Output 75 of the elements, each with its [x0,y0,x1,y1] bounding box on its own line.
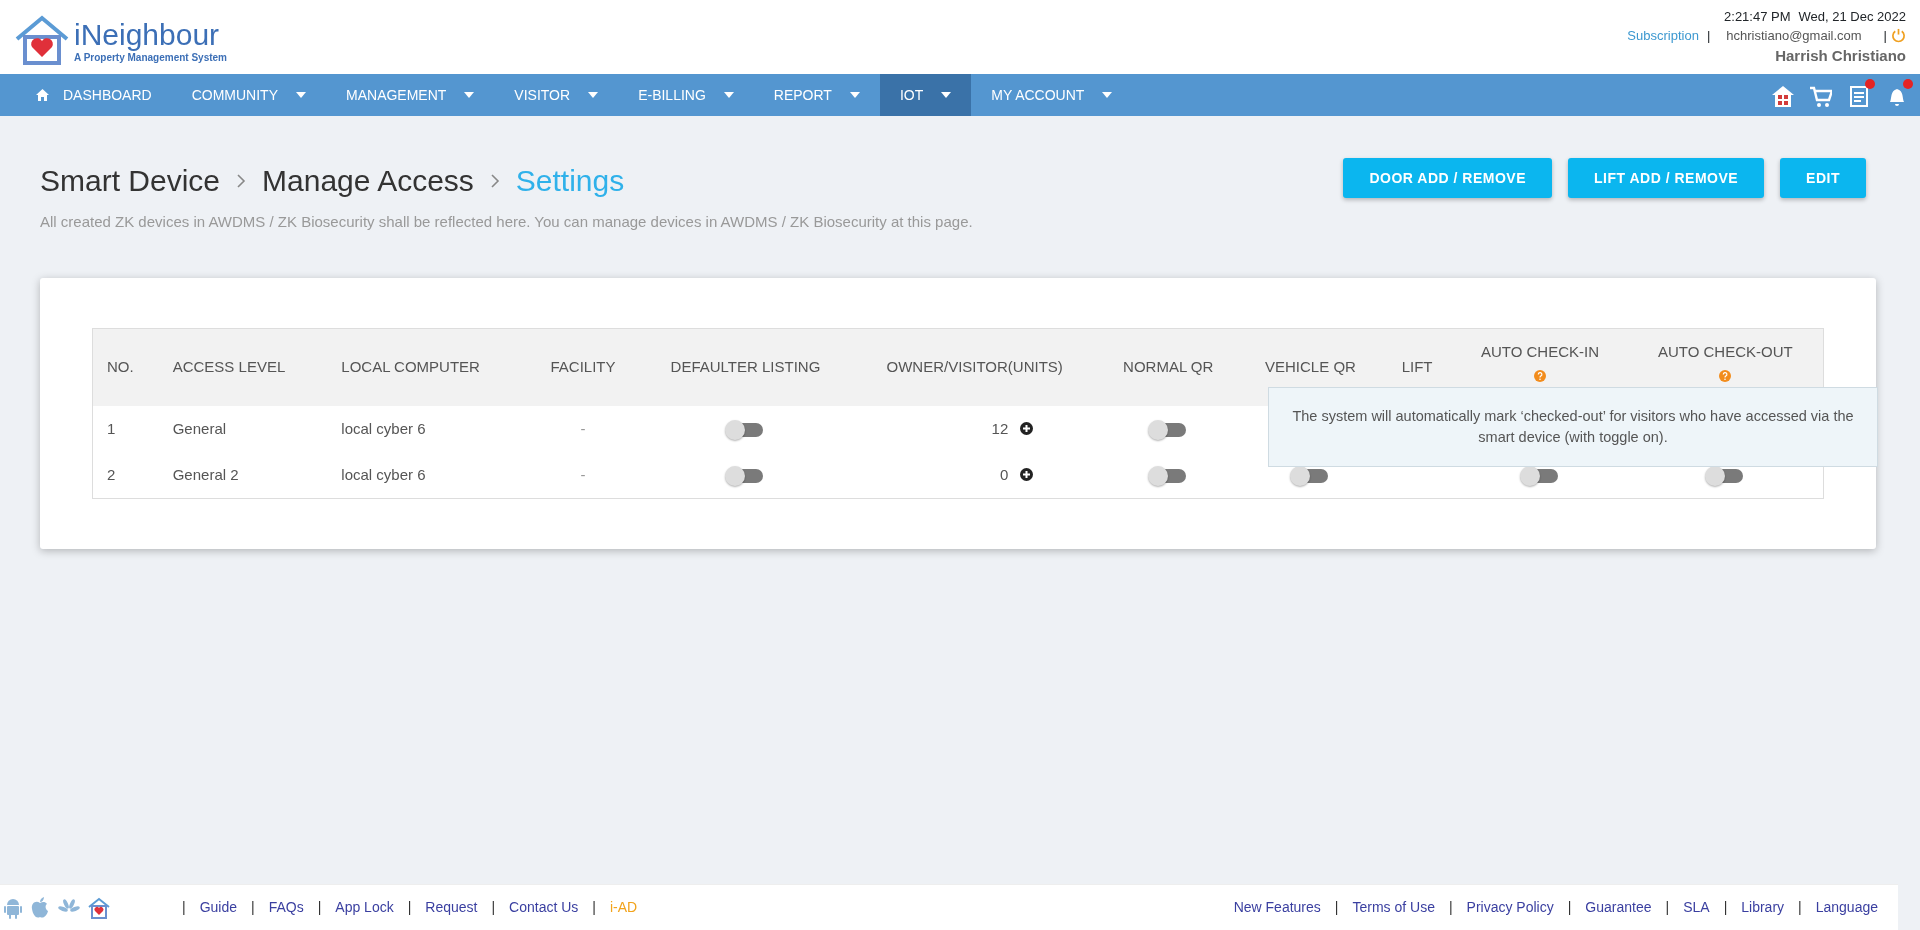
table-cell: 12 [991,419,1009,437]
footer-link[interactable]: FAQs [268,897,304,918]
column-header: NO. [107,358,134,376]
chevron-icon [489,172,500,189]
user-name: Harrish Christiano [1774,45,1906,66]
nav-tab[interactable]: IOT [879,74,972,116]
plus-circle-icon[interactable] [1020,421,1034,435]
separator: | [181,898,187,917]
table-cell: General [172,419,227,437]
table-cell: General 2 [172,465,239,483]
toggle-switch[interactable] [1150,422,1187,437]
footer-link[interactable]: Terms of Use [1352,897,1435,918]
column-header: FACILITY [550,358,616,376]
footer-link[interactable]: Guarantee [1585,897,1652,918]
brand-tagline: A Property Management System [74,51,227,65]
separator: | [406,898,413,917]
house-heart-logo-icon [14,15,70,65]
footer-link[interactable]: Library [1741,897,1785,918]
separator: | [591,898,597,917]
house-icon[interactable] [1772,84,1794,107]
separator: | [1722,898,1729,917]
help-icon[interactable] [1533,369,1546,382]
table-cell: - [580,465,586,483]
separator: | [1705,26,1712,45]
separator: | [1447,898,1454,917]
column-header: LOCAL COMPUTER [341,358,480,376]
breadcrumb-item[interactable]: Smart Device [40,158,221,203]
column-header: DEFAULTER LISTING [670,358,821,376]
table-cell: 2 [107,465,116,483]
footer-link[interactable]: Request [425,897,478,918]
footer-link[interactable]: New Features [1233,897,1321,918]
table-cell: 1 [107,419,116,437]
toggle-switch[interactable] [727,468,764,483]
time-text: 2:21:47 PM [1724,8,1791,27]
toggle-switch[interactable] [1150,468,1187,483]
breadcrumb-item[interactable]: Manage Access [262,158,474,203]
separator: | [1566,898,1573,917]
separator: | [250,898,256,917]
document-icon[interactable] [1848,84,1870,107]
breadcrumb-item: Settings [515,163,625,199]
home-icon [36,89,49,101]
house-heart-icon[interactable] [88,896,110,919]
separator: | [490,898,497,917]
footer-link[interactable]: Privacy Policy [1466,897,1554,918]
column-header: AUTO CHECK-OUT [1657,343,1793,360]
column-header: ACCESS LEVEL [172,358,286,376]
separator: | [1883,26,1887,45]
footer-link[interactable]: Contact Us [509,897,579,918]
date-text: Wed, 21 Dec 2022 [1798,8,1906,27]
separator: | [1333,898,1340,917]
footer-link[interactable]: App Lock [335,897,394,918]
footer-link[interactable]: Guide [199,897,237,918]
separator: | [1797,898,1803,917]
tooltip: The system will automatically mark ‘checked-out’ for visitors who have accessed via the smart device (with toggle on). [1268,387,1878,468]
column-header: NORMAL QR [1123,358,1214,376]
page-description: All created ZK devices in AWDMS / ZK Biosecurity shall be reflected here. You can manage devices in AWDMS / ZK Biosecurity at this page. [40,212,973,232]
separator: | [1664,898,1671,917]
table-cell: - [580,419,586,437]
footer-link[interactable]: SLA [1683,897,1710,918]
help-icon[interactable] [1719,369,1732,382]
separator: | [316,898,323,917]
toggle-switch[interactable] [727,422,764,437]
column-header: LIFT [1401,358,1433,376]
brand-name: iNeighbour [74,20,221,50]
column-header: VEHICLE QR [1265,358,1356,376]
table-cell: local cyber 6 [341,465,426,483]
cart-icon[interactable] [1810,84,1832,107]
plus-circle-icon[interactable] [1020,467,1034,481]
footer-link[interactable]: Language [1815,897,1878,918]
email-text: hchristiano@gmail.com [1725,26,1863,45]
chevron-icon [236,172,247,189]
table-cell: 0 [999,465,1009,483]
table-cell: local cyber 6 [341,419,426,437]
column-header: OWNER/VISITOR(UNITS) [886,358,1063,376]
column-header: AUTO CHECK-IN [1480,343,1599,360]
